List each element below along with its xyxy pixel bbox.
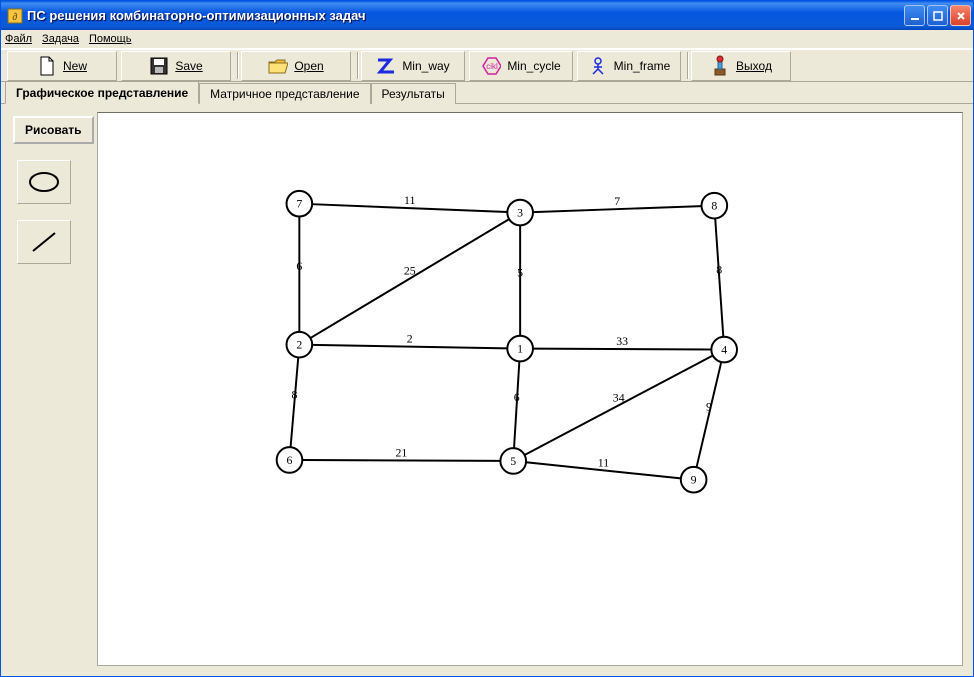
draw-button[interactable]: Рисовать	[13, 116, 94, 144]
content-area: Рисовать 11762558233863492111 123456789	[1, 104, 973, 676]
minimize-button[interactable]	[904, 5, 925, 26]
graph-edge	[302, 460, 500, 461]
min-way-icon	[376, 56, 396, 76]
graph-canvas[interactable]: 11762558233863492111 123456789	[97, 112, 963, 666]
ellipse-tool[interactable]	[17, 160, 71, 204]
toolbar-separator	[357, 52, 359, 79]
close-button[interactable]	[950, 5, 971, 26]
node-label: 2	[296, 338, 302, 352]
edge-weight: 9	[706, 400, 712, 414]
svg-text:cikl: cikl	[487, 62, 499, 71]
node-label: 5	[510, 454, 516, 468]
graph-edge	[715, 218, 723, 336]
new-file-icon	[37, 56, 57, 76]
menu-file[interactable]: Файл	[5, 33, 32, 45]
exit-label: Выход	[736, 59, 772, 73]
graph-edge	[697, 362, 722, 467]
tabs: Графическое представление Матричное пред…	[1, 82, 973, 104]
min-way-label: Min_way	[402, 59, 449, 73]
graph-svg: 11762558233863492111 123456789	[98, 113, 962, 665]
save-button[interactable]: Save	[121, 51, 231, 81]
edge-weight: 11	[404, 193, 415, 207]
graph-edge	[514, 361, 519, 448]
open-label: Open	[294, 59, 323, 73]
save-label: Save	[175, 59, 202, 73]
menu-task[interactable]: Задача	[42, 33, 79, 45]
min-way-button[interactable]: Min_way	[361, 51, 465, 81]
edge-weight: 33	[616, 334, 628, 348]
graph-edge	[310, 219, 509, 338]
edge-weight: 7	[614, 194, 620, 208]
menu-help[interactable]: Помощь	[89, 33, 132, 45]
node-label: 9	[691, 473, 697, 487]
ellipse-icon	[27, 170, 61, 194]
title-bar: ∂ ПС решения комбинаторно-оптимизационны…	[1, 1, 973, 30]
toolbar-separator	[237, 52, 239, 79]
edge-weight: 2	[407, 332, 413, 346]
svg-text:∂: ∂	[13, 12, 18, 23]
graph-edge	[533, 349, 711, 350]
edge-weight: 6	[514, 390, 520, 404]
graph-edge	[525, 356, 713, 455]
node-label: 3	[517, 206, 523, 220]
min-cycle-button[interactable]: cikl Min_cycle	[469, 51, 573, 81]
window-title: ПС решения комбинаторно-оптимизационных …	[27, 8, 904, 23]
tab-graphic[interactable]: Графическое представление	[5, 81, 199, 104]
graph-edge	[291, 357, 299, 447]
open-button[interactable]: Open	[241, 51, 351, 81]
exit-icon	[710, 56, 730, 76]
node-label: 4	[721, 343, 727, 357]
edge-weight: 8	[716, 263, 722, 277]
min-frame-button[interactable]: Min_frame	[577, 51, 681, 81]
line-tool[interactable]	[17, 220, 71, 264]
edge-weight: 11	[598, 455, 609, 469]
min-frame-label: Min_frame	[614, 59, 671, 73]
toolbar-separator	[687, 52, 689, 79]
menu-bar: Файл Задача Помощь	[1, 30, 973, 49]
maximize-button[interactable]	[927, 5, 948, 26]
node-label: 8	[711, 199, 717, 213]
tab-matrix[interactable]: Матричное представление	[199, 83, 370, 104]
node-label: 6	[287, 453, 293, 467]
edge-weight: 8	[291, 387, 297, 401]
edge-weight: 6	[296, 259, 302, 273]
app-icon: ∂	[7, 8, 23, 24]
edge-weight: 5	[517, 266, 523, 280]
save-icon	[149, 56, 169, 76]
min-cycle-label: Min_cycle	[507, 59, 560, 73]
node-label: 1	[517, 342, 523, 356]
open-folder-icon	[268, 56, 288, 76]
window-controls	[904, 5, 971, 26]
toolbar: New Save Open Min_way cikl Min_cycle Min…	[1, 49, 973, 82]
edge-weight: 34	[613, 390, 625, 404]
edge-weight: 21	[395, 446, 407, 460]
new-label: New	[63, 59, 87, 73]
new-button[interactable]: New	[7, 51, 117, 81]
min-frame-icon	[588, 56, 608, 76]
edge-weight: 25	[404, 264, 416, 278]
side-panel: Рисовать	[1, 104, 97, 676]
min-cycle-icon: cikl	[481, 56, 501, 76]
node-label: 7	[296, 197, 302, 211]
tab-results[interactable]: Результаты	[371, 83, 456, 104]
line-icon	[27, 227, 61, 257]
exit-button[interactable]: Выход	[691, 51, 791, 81]
